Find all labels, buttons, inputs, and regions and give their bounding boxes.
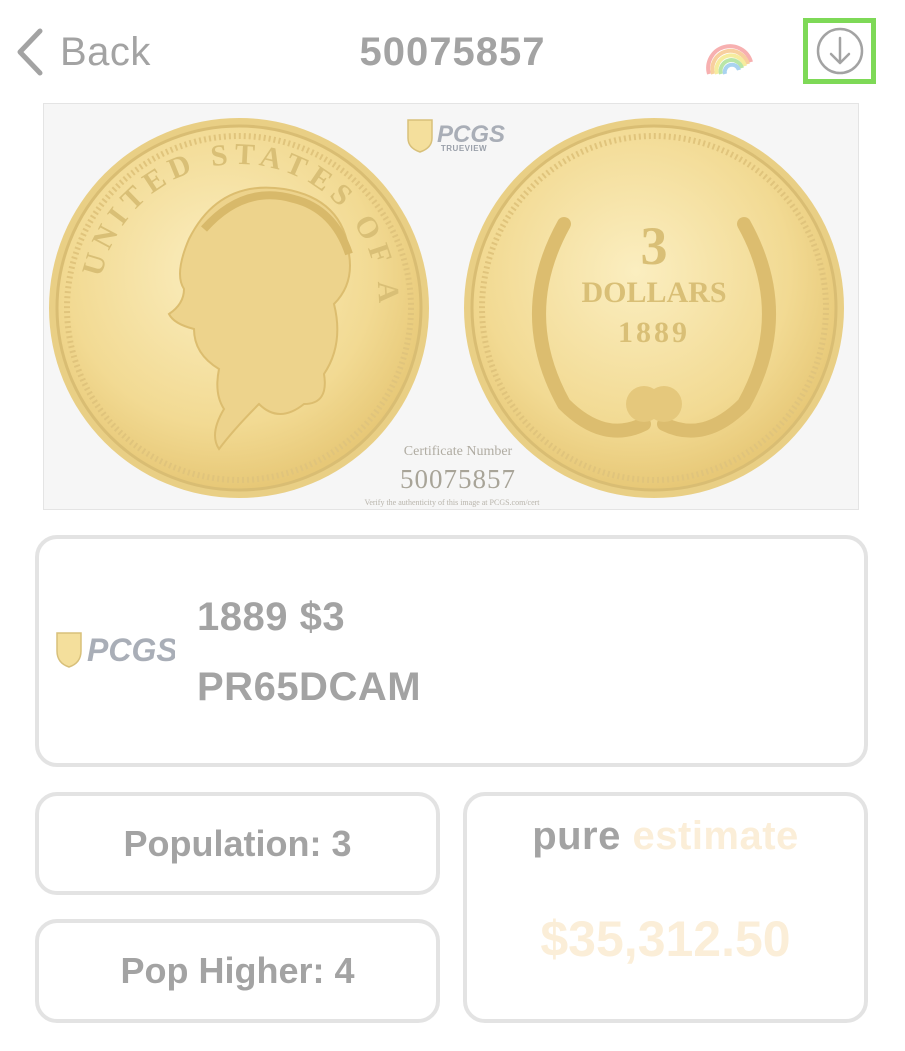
coin-description: 1889 $3	[197, 595, 346, 639]
cert-label: Certificate Number	[403, 444, 513, 459]
pop-higher-card[interactable]: Pop Higher: 4	[35, 919, 440, 1023]
back-label: Back	[60, 29, 151, 74]
estimate-value: $35,312.50	[540, 911, 791, 967]
download-icon	[816, 27, 863, 75]
coin-grade: PR65DCAM	[197, 665, 422, 709]
reverse-year: 1889	[618, 316, 690, 349]
pcgs-logo: PCGS	[55, 631, 178, 676]
grade-card[interactable]: PCGS 1889 $3 PR65DCAM	[35, 535, 868, 767]
verify-text: Verify the authenticity of this image at…	[364, 498, 540, 507]
estimate-title: pure estimate	[467, 814, 864, 859]
reverse-unit: DOLLARS	[581, 276, 726, 309]
estimate-title-estimate: estimate	[632, 814, 799, 858]
cert-number: 50075857	[400, 464, 516, 494]
pop-higher-label: Pop Higher: 4	[120, 950, 355, 991]
back-button[interactable]: Back	[14, 26, 151, 78]
population-label: Population: 3	[123, 822, 352, 864]
rainbow-button[interactable]	[703, 26, 757, 78]
population-card[interactable]: Population: 3	[35, 792, 440, 895]
estimate-title-pure: pure	[532, 814, 621, 858]
rainbow-icon	[706, 44, 753, 75]
pcgs-wordmark: PCGS	[87, 632, 175, 668]
reverse-denomination: 3	[641, 216, 668, 276]
coin-image[interactable]: UNITED STATES OF AMERICA 3 DOLLARS 1889 …	[43, 103, 859, 510]
estimate-card[interactable]: pure estimate $35,312.50	[463, 792, 868, 1023]
pcgs-shield-icon	[56, 632, 82, 668]
chevron-left-icon	[17, 28, 43, 76]
coin-obverse: UNITED STATES OF AMERICA	[44, 104, 429, 498]
download-button[interactable]	[803, 18, 876, 84]
